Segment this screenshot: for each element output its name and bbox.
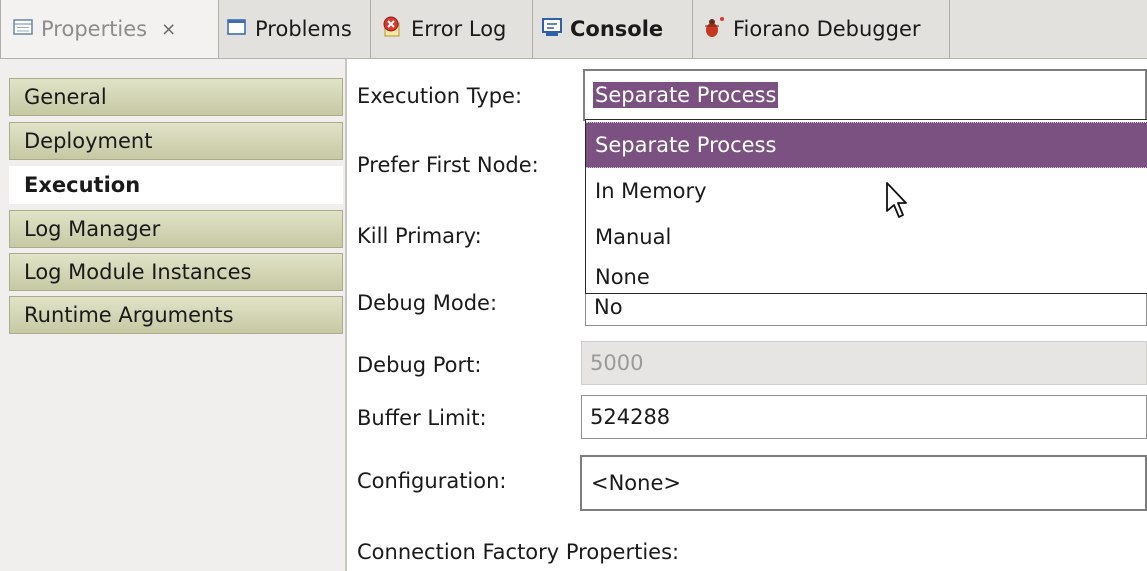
buffer-limit-label: Buffer Limit: — [357, 406, 487, 430]
problems-icon — [227, 17, 247, 41]
nav-item-log-module-instances[interactable]: Log Module Instances — [9, 253, 343, 291]
mouse-cursor-icon — [885, 181, 907, 225]
console-icon — [542, 17, 562, 42]
tab-label: Properties — [41, 17, 148, 41]
debug-port-label: Debug Port: — [357, 353, 482, 377]
connection-factory-label: Connection Factory Properties: — [357, 540, 680, 564]
tab-fiorano-debugger[interactable]: Fiorano Debugger — [693, 0, 950, 58]
tab-label: Fiorano Debugger — [733, 17, 921, 41]
configuration-combo[interactable]: <None> — [580, 455, 1147, 511]
tab-label: Console — [570, 17, 664, 41]
configuration-label: Configuration: — [357, 469, 507, 493]
nav-item-label: Deployment — [24, 129, 153, 153]
kill-primary-label: Kill Primary: — [357, 224, 482, 248]
debug-port-field[interactable]: 5000 — [581, 341, 1147, 385]
dropdown-option-separate-process[interactable]: Separate Process — [586, 122, 1147, 168]
debug-mode-label: Debug Mode: — [357, 291, 498, 315]
tab-problems[interactable]: Problems — [219, 0, 371, 58]
debug-mode-value: No — [594, 295, 623, 319]
view-tab-bar: Properties ⨯ Problems Error Log Console … — [0, 0, 1147, 59]
buffer-limit-field[interactable]: 524288 — [581, 395, 1147, 439]
close-icon[interactable]: ⨯ — [161, 19, 176, 40]
panel-divider[interactable] — [345, 59, 347, 571]
tab-error-log[interactable]: Error Log — [371, 0, 533, 58]
tab-label: Problems — [255, 17, 352, 41]
execution-type-combo[interactable]: Separate Process — [583, 69, 1147, 121]
nav-item-deployment[interactable]: Deployment — [9, 122, 343, 160]
nav-item-general[interactable]: General — [9, 78, 343, 116]
debug-port-value: 5000 — [590, 351, 644, 375]
configuration-value: <None> — [591, 471, 681, 495]
buffer-limit-value: 524288 — [590, 405, 671, 429]
nav-item-log-manager[interactable]: Log Manager — [9, 210, 343, 248]
execution-type-label: Execution Type: — [357, 84, 523, 108]
properties-icon — [13, 17, 33, 41]
dropdown-option-label: In Memory — [595, 179, 707, 203]
error-log-icon — [381, 16, 403, 43]
dropdown-option-label: Separate Process — [595, 133, 777, 157]
execution-type-value: Separate Process — [593, 82, 779, 108]
debugger-icon — [703, 16, 725, 43]
nav-item-label: Log Module Instances — [24, 260, 252, 284]
nav-item-label: Execution — [24, 173, 141, 197]
nav-item-label: Log Manager — [24, 217, 161, 241]
dropdown-option-manual[interactable]: Manual — [586, 214, 1147, 260]
dropdown-option-label: None — [595, 265, 650, 289]
nav-item-label: General — [24, 85, 107, 109]
tab-console[interactable]: Console — [533, 0, 693, 58]
nav-item-label: Runtime Arguments — [24, 303, 234, 327]
tab-properties[interactable]: Properties ⨯ — [0, 0, 219, 58]
prefer-first-node-label: Prefer First Node: — [357, 153, 539, 177]
nav-item-runtime-arguments[interactable]: Runtime Arguments — [9, 296, 343, 334]
execution-type-dropdown-list: Separate Process In Memory Manual None — [585, 119, 1147, 294]
nav-item-execution[interactable]: Execution — [9, 166, 343, 204]
dropdown-option-label: Manual — [595, 225, 672, 249]
dropdown-option-in-memory[interactable]: In Memory — [586, 168, 1147, 214]
tab-label: Error Log — [411, 17, 507, 41]
dropdown-option-none[interactable]: None — [586, 260, 1147, 293]
